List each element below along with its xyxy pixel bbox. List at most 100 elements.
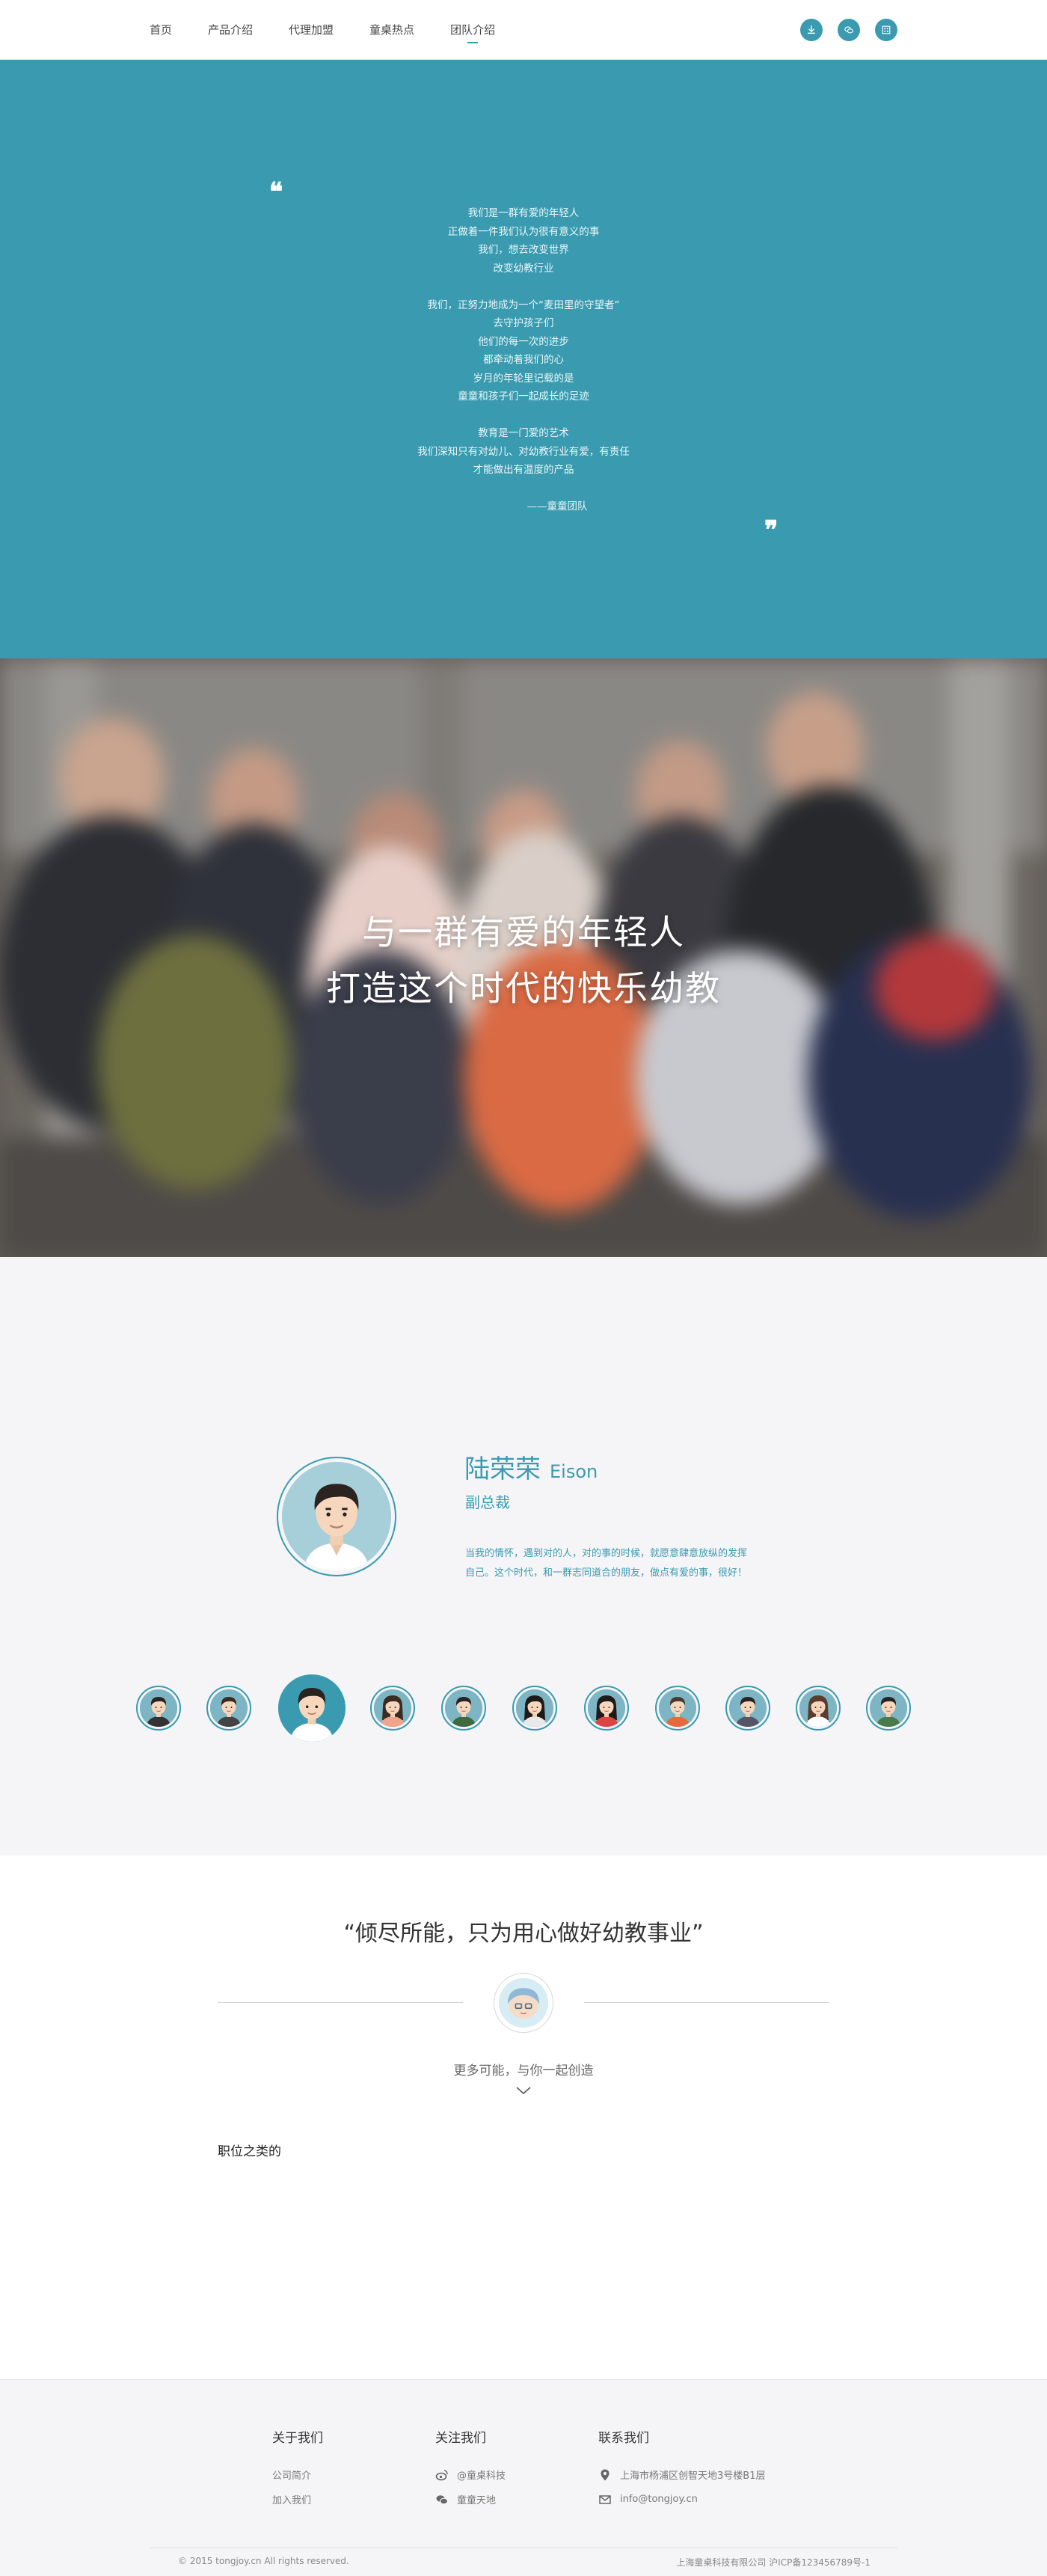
quote-line: 改变幼教行业 <box>493 262 554 275</box>
banner-slogan-line1: 与一群有爱的年轻人 <box>362 912 685 952</box>
footer-about: 关于我们 公司简介 加入我们 <box>272 2427 323 2512</box>
member-thumbnail[interactable] <box>512 1686 557 1731</box>
weibo-handle: @童桌科技 <box>457 2471 506 2482</box>
wechat-account: 童童天地 <box>457 2495 497 2506</box>
quote-line: 正做着一件我们认为很有意义的事 <box>447 225 600 238</box>
quote-line: 才能做出有温度的产品 <box>473 464 574 476</box>
member-thumbnails <box>0 1674 1047 1749</box>
member-name-en: Eison <box>550 1461 598 1482</box>
member-name-cn: 陆荣荣 <box>464 1454 541 1484</box>
member-avatar-icon <box>870 1689 907 1727</box>
qrcode-icon[interactable] <box>875 19 897 41</box>
top-nav: 首页 产品介绍 代理加盟 童桌热点 团队介绍 <box>0 0 1047 60</box>
footer-contact-title: 联系我们 <box>598 2431 649 2446</box>
quote-line: 教育是一门爱的艺术 <box>478 427 569 439</box>
member-avatar-icon <box>659 1689 696 1727</box>
jobs-heading: 职位之类的 <box>218 2144 281 2159</box>
member-role: 副总裁 <box>465 1493 510 1511</box>
nav-icons <box>800 19 897 41</box>
nav-home[interactable]: 首页 <box>150 0 172 60</box>
nav-products[interactable]: 产品介绍 <box>208 0 253 60</box>
quote-line: 我们是一群有爱的年轻人 <box>467 207 580 219</box>
member-avatar-icon <box>140 1689 177 1727</box>
team-members-section: 陆荣荣 Eison 副总裁 当我的情怀，遇到对的人，对的事的时候，就愿意肆意放纵的… <box>0 1257 1047 1855</box>
quote-line: 去守护孩子们 <box>493 317 554 329</box>
team-intro-quote: ❝ 我们是一群有爱的年轻人 正做着一件我们认为很有意义的事 我们，想去改变世界 … <box>0 60 1047 658</box>
member-thumbnail[interactable] <box>136 1686 181 1731</box>
mascot-logo <box>494 1973 553 2033</box>
quote-spacer <box>0 278 1047 296</box>
wechat-icon[interactable] <box>838 19 860 41</box>
member-name: 陆荣荣 Eison <box>464 1448 598 1485</box>
member-avatar-icon <box>729 1689 767 1727</box>
email-text: info@tongjoy.cn <box>620 2494 698 2505</box>
member-thumbnail[interactable] <box>866 1686 911 1731</box>
member-thumbnail[interactable] <box>370 1686 415 1731</box>
member-thumbnail[interactable] <box>725 1686 770 1731</box>
quote-line: 我们，想去改变世界 <box>478 244 569 256</box>
banner-slogan-line2: 打造这个时代的快乐幼教 <box>326 968 721 1009</box>
wechat-icon <box>436 2494 449 2504</box>
motto-subtitle: 更多可能，与你一起创造 <box>453 2063 594 2078</box>
chevron-down-icon[interactable] <box>515 2084 532 2096</box>
footer-contact: 联系我们 上海市杨浦区创智天地3号楼B1层 info@tongjoy.cn <box>598 2427 765 2512</box>
copyright-text: © 2015 tongjoy.cn All rights reserved. <box>178 2556 349 2566</box>
footer-wechat-link[interactable]: 童童天地 <box>435 2487 506 2512</box>
quote-spacer <box>0 406 1047 425</box>
quote-line: 岁月的年轮里记载的是 <box>473 372 574 385</box>
divider-right <box>584 2002 829 2003</box>
member-avatar-icon <box>210 1689 248 1727</box>
footer: 关于我们 公司简介 加入我们 关注我们 @童桌科技 童童天地 联系我们 上海市杨… <box>0 2379 1047 2576</box>
weibo-icon <box>435 2469 448 2480</box>
quote-text: 我们是一群有爱的年轻人 正做着一件我们认为很有意义的事 我们，想去改变世界 改变… <box>0 204 1047 516</box>
team-photo-banner: 与一群有爱的年轻人 打造这个时代的快乐幼教 <box>0 658 1047 1257</box>
mascot-icon <box>499 1978 548 2028</box>
member-avatar-icon <box>588 1689 625 1727</box>
member-desc-line: 自己。这个时代，和一群志同道合的朋友，做点有爱的事，很好！ <box>465 1567 748 1579</box>
member-thumbnail[interactable] <box>278 1674 346 1742</box>
quote-line: 都牵动着我们的心 <box>483 354 564 366</box>
footer-email[interactable]: info@tongjoy.cn <box>598 2487 765 2512</box>
member-avatar-icon <box>374 1689 411 1727</box>
divider-left <box>218 2002 463 2003</box>
quote-line: 我们深知只有对幼儿、对幼教行业有爱，有责任 <box>417 445 630 458</box>
footer-address: 上海市杨浦区创智天地3号楼B1层 <box>598 2462 765 2487</box>
motto-title: “倾尽所能，只为用心做好幼教事业” <box>343 1921 704 1947</box>
close-quote-icon: ❞ <box>764 515 779 545</box>
member-thumbnail[interactable] <box>584 1686 629 1731</box>
footer-link-join[interactable]: 加入我们 <box>272 2487 323 2512</box>
quote-line: 他们的每一次的进步 <box>478 335 569 348</box>
member-thumbnail[interactable] <box>206 1686 251 1731</box>
footer-bottom-bar: © 2015 tongjoy.cn All rights reserved. 上… <box>150 2548 897 2568</box>
member-avatar-icon <box>278 1674 346 1742</box>
footer-weibo-link[interactable]: @童桌科技 <box>435 2462 506 2487</box>
location-pin-icon <box>601 2469 610 2480</box>
nav-menu: 首页 产品介绍 代理加盟 童桌热点 团队介绍 <box>150 0 495 60</box>
member-desc-line: 当我的情怀，遇到对的人，对的事的时候，就愿意肆意放纵的发挥 <box>465 1548 748 1559</box>
address-text: 上海市杨浦区创智天地3号楼B1层 <box>620 2471 766 2482</box>
quote-line: 童童和孩子们一起成长的足迹 <box>458 391 589 403</box>
selected-member-avatar <box>277 1457 396 1576</box>
member-avatar-icon <box>799 1689 837 1727</box>
mail-icon <box>599 2494 611 2504</box>
open-quote-icon: ❝ <box>269 177 283 207</box>
download-icon[interactable] <box>800 19 823 41</box>
member-thumbnail[interactable] <box>796 1686 841 1731</box>
member-avatar-icon <box>445 1689 482 1727</box>
motto-section: “倾尽所能，只为用心做好幼教事业” 更多可能，与你一起创造 职位之类的 <box>0 1855 1047 2379</box>
quote-line: 我们，正努力地成为一个“麦田里的守望者” <box>427 299 620 311</box>
member-thumbnail[interactable] <box>655 1686 700 1731</box>
member-avatar-icon <box>516 1689 553 1727</box>
footer-follow: 关注我们 @童桌科技 童童天地 <box>435 2427 506 2512</box>
nav-agency[interactable]: 代理加盟 <box>289 0 334 60</box>
member-thumbnail[interactable] <box>441 1686 486 1731</box>
quote-signature: ——童童团队 <box>526 501 588 513</box>
icp-text: 上海童桌科技有限公司 沪ICP备123456789号-1 <box>676 2557 871 2568</box>
nav-hot[interactable]: 童桌热点 <box>369 0 414 60</box>
member-description: 当我的情怀，遇到对的人，对的事的时候，就愿意肆意放纵的发挥 自己。这个时代，和一… <box>465 1544 779 1583</box>
footer-follow-title: 关注我们 <box>435 2431 486 2446</box>
team-photo-image <box>0 658 1047 1257</box>
footer-link-company[interactable]: 公司简介 <box>272 2462 323 2487</box>
quote-spacer <box>0 480 1047 498</box>
nav-team[interactable]: 团队介绍 <box>450 0 495 60</box>
